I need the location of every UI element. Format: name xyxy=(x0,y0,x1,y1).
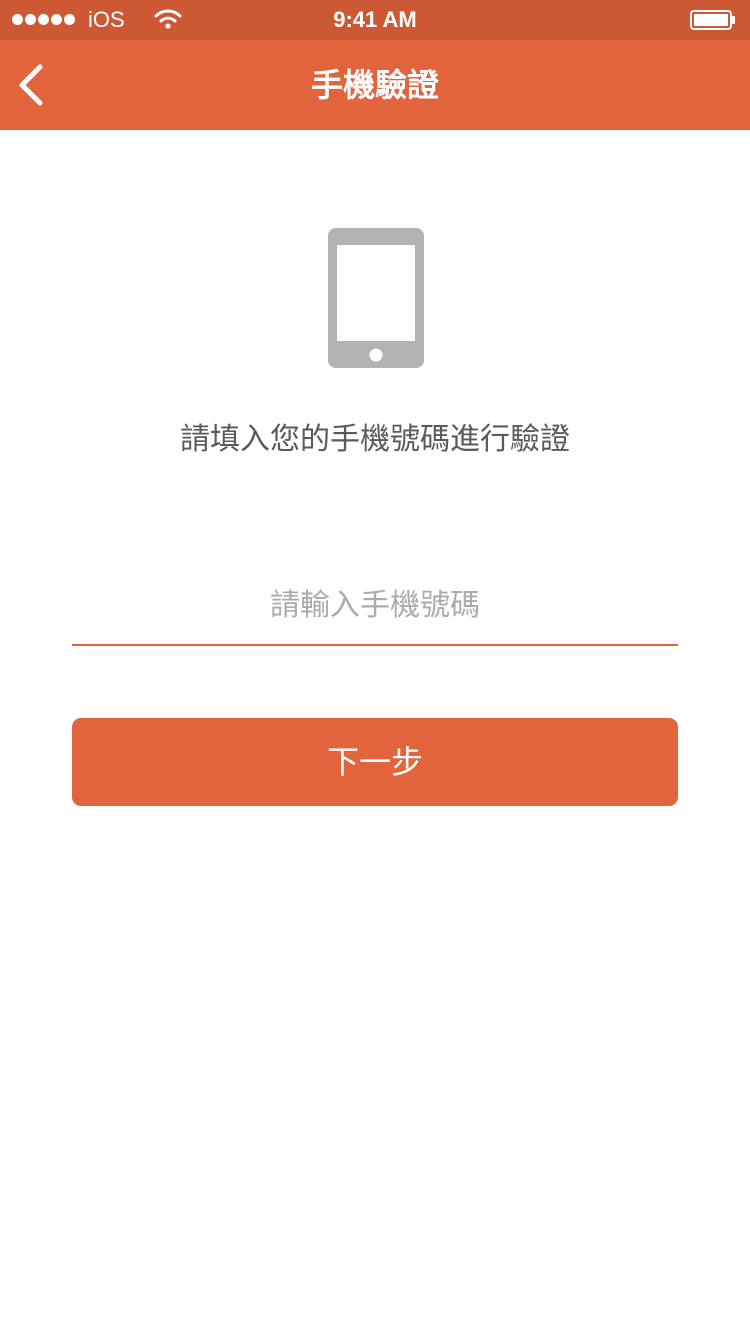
navigation-bar: 手機驗證 xyxy=(0,40,750,130)
chevron-left-icon xyxy=(19,64,43,106)
phone-number-input[interactable] xyxy=(72,566,678,646)
page-title: 手機驗證 xyxy=(310,66,439,104)
status-time: 9:41 AM xyxy=(333,7,417,32)
status-bar: iOS 9:41 AM xyxy=(0,0,750,40)
battery-icon xyxy=(690,10,735,30)
smartphone-icon xyxy=(328,228,424,368)
instruction-text: 請填入您的手機號碼進行驗證 xyxy=(180,422,570,457)
next-step-button[interactable]: 下一步 xyxy=(72,718,678,806)
back-button[interactable] xyxy=(6,56,62,114)
